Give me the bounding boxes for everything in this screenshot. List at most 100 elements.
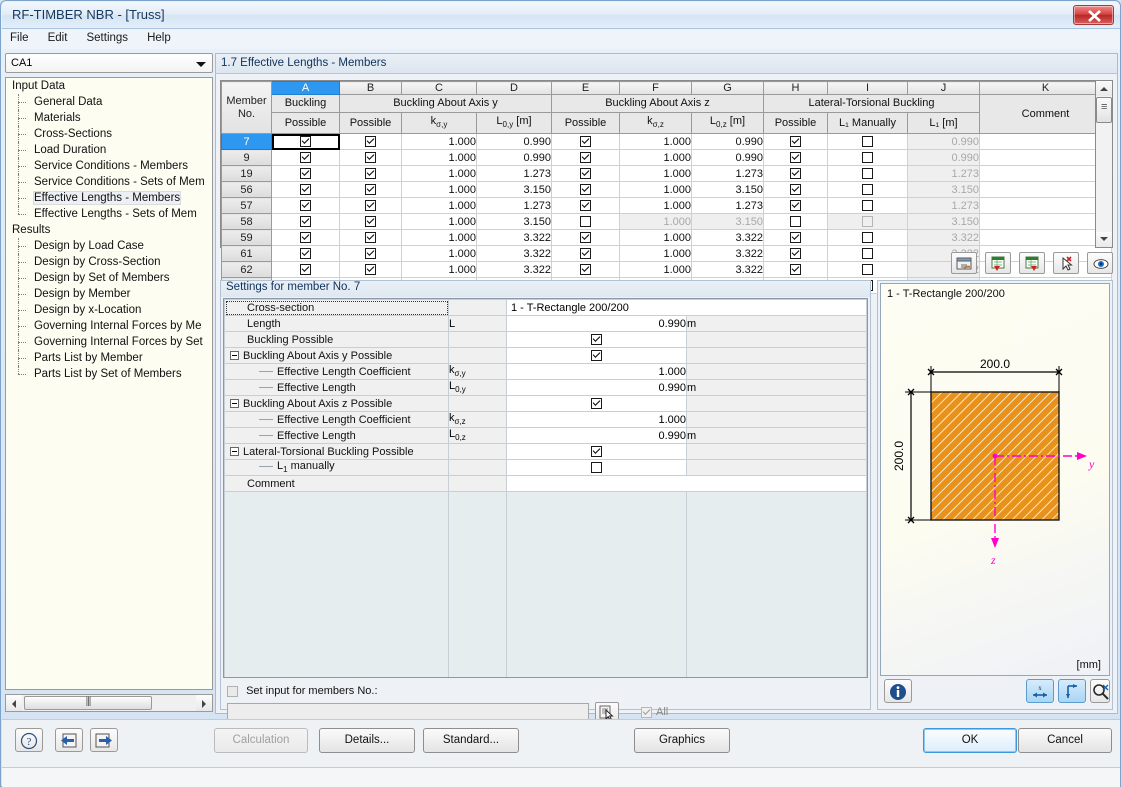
sidebar-item-materials[interactable]: Materials — [6, 110, 212, 126]
checkbox[interactable] — [862, 136, 873, 147]
cell-z-effective-length[interactable]: 3.322 — [692, 246, 764, 262]
checkbox[interactable] — [300, 184, 311, 195]
checkbox[interactable] — [300, 264, 311, 275]
cell-l1[interactable]: 0.990 — [908, 150, 980, 166]
dimension-x-icon[interactable]: x — [1026, 679, 1054, 703]
checkbox[interactable] — [591, 446, 602, 457]
cell-z-coefficient[interactable]: 1.000 — [620, 214, 692, 230]
checkbox[interactable] — [862, 184, 873, 195]
info-icon[interactable] — [884, 679, 912, 703]
cell-comment[interactable] — [980, 198, 1112, 214]
cell-z-possible[interactable] — [552, 214, 620, 230]
property-row[interactable]: Buckling About Axis z Possible — [225, 396, 867, 412]
cell-l1-manually[interactable] — [828, 134, 908, 150]
cell-z-effective-length[interactable]: 3.322 — [692, 262, 764, 278]
cell-z-coefficient[interactable]: 1.000 — [620, 198, 692, 214]
cell-y-effective-length[interactable]: 1.273 — [477, 166, 552, 182]
cell-y-effective-length[interactable]: 3.150 — [477, 182, 552, 198]
cell-comment[interactable] — [980, 230, 1112, 246]
cell-comment[interactable] — [980, 166, 1112, 182]
checkbox[interactable] — [300, 200, 311, 211]
scroll-left-icon[interactable] — [6, 695, 22, 711]
design-case-combo[interactable]: CA1 — [5, 53, 213, 73]
cell-y-effective-length[interactable]: 0.990 — [477, 134, 552, 150]
checkbox[interactable] — [790, 168, 801, 179]
sidebar-item-design-by-set-of-members[interactable]: Design by Set of Members — [6, 270, 212, 286]
column-header-J[interactable]: J — [908, 82, 980, 95]
column-header-H[interactable]: H — [764, 82, 828, 95]
column-header-F[interactable]: F — [620, 82, 692, 95]
cell-y-possible[interactable] — [340, 262, 402, 278]
set-input-for-members-row[interactable]: Set input for members No.: — [227, 685, 378, 697]
scrollbar-thumb[interactable] — [24, 696, 152, 710]
zoom-reset-icon[interactable] — [1090, 679, 1110, 703]
property-value[interactable] — [507, 460, 687, 476]
sidebar-item-parts-list-by-set-of-members[interactable]: Parts List by Set of Members — [6, 366, 212, 382]
cell-z-coefficient[interactable]: 1.000 — [620, 230, 692, 246]
checkbox[interactable] — [300, 136, 311, 147]
checkbox[interactable] — [580, 168, 591, 179]
property-row[interactable]: Buckling About Axis y Possible — [225, 348, 867, 364]
property-row[interactable]: Effective LengthL0,z0.990m — [225, 428, 867, 444]
checkbox[interactable] — [300, 168, 311, 179]
cell-z-effective-length[interactable]: 3.150 — [692, 182, 764, 198]
property-grid[interactable]: Cross-section1 - T-Rectangle 200/200Leng… — [223, 298, 868, 678]
row-header-member-no[interactable]: 9 — [222, 150, 272, 166]
navigation-tree[interactable]: Input DataGeneral DataMaterialsCross-Sec… — [5, 77, 213, 690]
cell-z-effective-length[interactable]: 3.322 — [692, 230, 764, 246]
row-header-member-no[interactable]: 59 — [222, 230, 272, 246]
checkbox[interactable] — [300, 216, 311, 227]
checkbox[interactable] — [580, 200, 591, 211]
checkbox[interactable] — [790, 200, 801, 211]
collapse-icon[interactable] — [230, 399, 239, 408]
cell-buckling-possible[interactable] — [272, 230, 340, 246]
menu-item-settings[interactable]: Settings — [78, 29, 136, 47]
cell-y-coefficient[interactable]: 1.000 — [402, 182, 477, 198]
cell-y-coefficient[interactable]: 1.000 — [402, 166, 477, 182]
property-row[interactable]: LengthL0.990m — [225, 316, 867, 332]
cell-l1[interactable]: 0.990 — [908, 134, 980, 150]
cell-y-effective-length[interactable]: 3.322 — [477, 230, 552, 246]
cell-l1-manually[interactable] — [828, 182, 908, 198]
cell-z-possible[interactable] — [552, 134, 620, 150]
property-value[interactable] — [507, 332, 687, 348]
cell-buckling-possible[interactable] — [272, 150, 340, 166]
property-value[interactable]: 1.000 — [507, 364, 687, 380]
cell-z-effective-length[interactable]: 0.990 — [692, 134, 764, 150]
cell-ltb-possible[interactable] — [764, 182, 828, 198]
menu-item-edit[interactable]: Edit — [40, 29, 76, 47]
column-header-B[interactable]: B — [340, 82, 402, 95]
checkbox[interactable] — [580, 216, 591, 227]
sidebar-item-results[interactable]: Results — [6, 222, 212, 238]
cell-z-possible[interactable] — [552, 182, 620, 198]
cell-comment[interactable] — [980, 134, 1112, 150]
checkbox[interactable] — [580, 264, 591, 275]
checkbox[interactable] — [790, 232, 801, 243]
cell-l1[interactable]: 1.273 — [908, 198, 980, 214]
checkbox[interactable] — [365, 152, 376, 163]
close-icon[interactable] — [1073, 5, 1114, 25]
checkbox[interactable] — [365, 200, 376, 211]
property-row[interactable]: Effective Length Coefficientkσ,y1.000 — [225, 364, 867, 380]
row-header-member-no[interactable]: 58 — [222, 214, 272, 230]
cell-y-possible[interactable] — [340, 134, 402, 150]
cell-ltb-possible[interactable] — [764, 150, 828, 166]
sidebar-item-service-conditions-sets-of-mem[interactable]: Service Conditions - Sets of Mem — [6, 174, 212, 190]
details-button[interactable]: Details... — [319, 728, 415, 753]
checkbox[interactable] — [591, 334, 602, 345]
cell-l1[interactable]: 3.150 — [908, 182, 980, 198]
checkbox[interactable] — [365, 232, 376, 243]
effective-lengths-table[interactable]: MemberNo.ABCDEFGHIJK BucklingBuckling Ab… — [220, 80, 1098, 248]
cell-y-possible[interactable] — [340, 246, 402, 262]
cell-y-possible[interactable] — [340, 214, 402, 230]
cell-l1-manually[interactable] — [828, 214, 908, 230]
cell-l1-manually[interactable] — [828, 166, 908, 182]
scroll-up-icon[interactable] — [1096, 81, 1112, 96]
checkbox[interactable] — [790, 248, 801, 259]
column-header-G[interactable]: G — [692, 82, 764, 95]
cell-buckling-possible[interactable] — [272, 198, 340, 214]
cell-l1[interactable]: 3.322 — [908, 230, 980, 246]
sidebar-item-design-by-load-case[interactable]: Design by Load Case — [6, 238, 212, 254]
table-row[interactable]: 571.0001.2731.0001.2731.273 — [222, 198, 1112, 214]
checkbox[interactable] — [790, 152, 801, 163]
